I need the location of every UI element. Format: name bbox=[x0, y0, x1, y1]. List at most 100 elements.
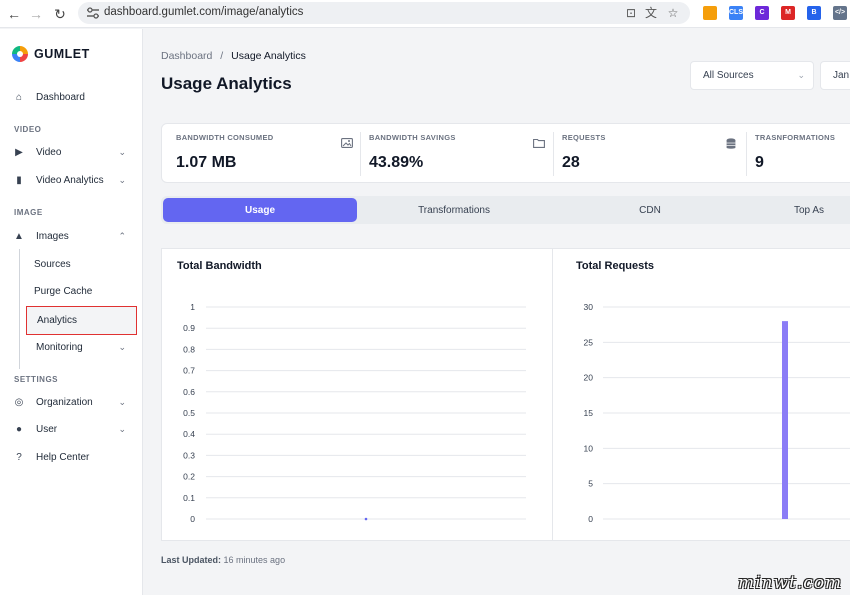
sidebar-item-label: User bbox=[36, 423, 58, 435]
bar[interactable] bbox=[782, 321, 788, 519]
reload-icon[interactable]: ↻ bbox=[50, 4, 70, 24]
site-settings-icon[interactable] bbox=[86, 7, 100, 19]
analytics-tabs: Usage Transformations CDN Top As bbox=[161, 196, 850, 224]
bar-chart-icon: ▮ bbox=[16, 174, 22, 186]
breadcrumb: Dashboard / Usage Analytics bbox=[161, 50, 306, 62]
y-tick-label: 0.3 bbox=[183, 450, 195, 460]
last-updated: Last Updated: 16 minutes ago bbox=[161, 555, 285, 565]
page-title: Usage Analytics bbox=[161, 74, 292, 93]
database-icon bbox=[726, 138, 736, 149]
y-tick-label: 5 bbox=[588, 479, 593, 489]
chevron-up-icon: ⌃ bbox=[118, 230, 126, 241]
data-point[interactable] bbox=[364, 517, 368, 521]
sidebar-item-monitoring[interactable]: Monitoring ⌄ bbox=[10, 335, 132, 359]
y-tick-label: 0.4 bbox=[183, 429, 195, 439]
b-ext-icon[interactable]: B bbox=[807, 6, 821, 20]
code-ext-icon[interactable]: </> bbox=[833, 6, 847, 20]
brand-name: GUMLET bbox=[34, 47, 90, 61]
sidebar-item-video-analytics[interactable]: ▮ Video Analytics ⌄ bbox=[10, 168, 132, 192]
translate-icon[interactable]: 文 bbox=[644, 6, 658, 20]
sidebar-item-user[interactable]: ● User ⌄ bbox=[10, 417, 132, 441]
mountain-image-icon: ▲ bbox=[14, 230, 24, 242]
address-bar[interactable]: dashboard.gumlet.com/image/analytics ⊡ 文… bbox=[78, 2, 690, 24]
chevron-down-icon: ⌄ bbox=[118, 396, 126, 407]
chevron-down-icon: ⌄ bbox=[118, 146, 126, 157]
stat-label: REQUESTS bbox=[562, 133, 606, 142]
total-bandwidth-chart: 1 0.9 0.8 0.7 0.6 0.5 0.4 0.3 0.2 0.1 0 bbox=[183, 302, 526, 524]
sidebar-item-purge-cache[interactable]: Purge Cache bbox=[24, 278, 136, 304]
chevron-down-icon: ⌄ bbox=[797, 70, 805, 80]
date-filter-value: Jan bbox=[833, 70, 850, 81]
sidebar-item-video[interactable]: ▶ Video ⌄ bbox=[10, 140, 132, 164]
tab-cdn[interactable]: CDN bbox=[555, 198, 745, 222]
sidebar-item-sources[interactable]: Sources bbox=[24, 251, 136, 277]
date-filter-select[interactable]: Jan bbox=[820, 61, 850, 90]
last-updated-value: 16 minutes ago bbox=[223, 555, 286, 565]
globe-icon: ◎ bbox=[14, 396, 24, 408]
y-tick-label: 0.7 bbox=[183, 366, 195, 376]
stat-label: BANDWIDTH SAVINGS bbox=[369, 133, 456, 142]
sidebar-item-label: Images bbox=[36, 230, 69, 242]
total-requests-card: Total Requests 30 25 20 15 10 5 0 bbox=[552, 248, 850, 541]
install-app-icon[interactable]: ⊡ bbox=[624, 6, 638, 20]
sidebar-item-dashboard[interactable]: ⌂ Dashboard bbox=[10, 85, 132, 109]
watermark-text: minwt.com bbox=[738, 573, 843, 593]
sidebar-item-label: Organization bbox=[36, 396, 93, 408]
ext-1-icon[interactable] bbox=[703, 6, 717, 20]
gmail-ext-icon[interactable]: M bbox=[781, 6, 795, 20]
sidebar-item-label: Help Center bbox=[36, 451, 90, 463]
y-tick-label: 0.8 bbox=[183, 344, 195, 354]
sidebar: GUMLET ⌂ Dashboard VIDEO ▶ Video ⌄ ▮ Vid… bbox=[0, 29, 143, 595]
stat-bandwidth-savings: BANDWIDTH SAVINGS 43.89% bbox=[355, 124, 550, 184]
stats-card: BANDWIDTH CONSUMED 1.07 MB BANDWIDTH SAV… bbox=[161, 123, 850, 183]
folder-icon bbox=[533, 138, 545, 148]
home-icon: ⌂ bbox=[15, 91, 23, 103]
stat-label: TRASNFORMATIONS bbox=[755, 133, 836, 142]
user-icon: ● bbox=[15, 423, 23, 435]
y-tick-label: 20 bbox=[584, 373, 594, 383]
image-icon bbox=[341, 138, 353, 148]
gumlet-logo-icon bbox=[12, 46, 28, 62]
back-icon[interactable]: ← bbox=[4, 4, 24, 24]
y-tick-label: 25 bbox=[584, 337, 594, 347]
tab-transformations[interactable]: Transformations bbox=[359, 198, 549, 222]
chevron-down-icon: ⌄ bbox=[118, 423, 126, 434]
section-label-image: IMAGE bbox=[14, 208, 43, 217]
last-updated-label: Last Updated: bbox=[161, 555, 222, 565]
url-text[interactable]: dashboard.gumlet.com/image/analytics bbox=[104, 6, 303, 18]
y-tick-label: 1 bbox=[190, 302, 195, 312]
y-tick-label: 0 bbox=[190, 514, 195, 524]
chevron-down-icon: ⌄ bbox=[118, 174, 126, 185]
video-icon: ▶ bbox=[15, 146, 23, 158]
cls-ext-icon[interactable]: CLS bbox=[729, 6, 743, 20]
gumlet-logo[interactable]: GUMLET bbox=[12, 46, 90, 62]
y-tick-label: 0.9 bbox=[183, 323, 195, 333]
stat-value: 43.89% bbox=[369, 154, 424, 171]
stat-transformations: TRASNFORMATIONS 9 bbox=[741, 124, 850, 184]
stat-value: 1.07 MB bbox=[176, 154, 237, 171]
y-tick-label: 0.1 bbox=[183, 493, 195, 503]
help-icon: ? bbox=[16, 451, 22, 463]
source-filter-select[interactable]: All Sources ⌄ bbox=[690, 61, 814, 90]
sidebar-item-organization[interactable]: ◎ Organization ⌄ bbox=[10, 390, 132, 414]
tab-usage[interactable]: Usage bbox=[163, 198, 357, 222]
sidebar-item-images[interactable]: ▲ Images ⌃ bbox=[10, 224, 132, 248]
total-bandwidth-card: Total Bandwidth 1 0.9 0.8 0.7 0.6 0.5 0.4 0.3 0.… bbox=[161, 248, 553, 541]
source-filter-value: All Sources bbox=[703, 70, 754, 81]
sidebar-item-help-center[interactable]: ? Help Center bbox=[10, 445, 132, 469]
sidebar-item-analytics[interactable]: Analytics bbox=[26, 306, 137, 335]
y-tick-label: 15 bbox=[584, 408, 594, 418]
sidebar-item-label: Monitoring bbox=[36, 341, 83, 353]
y-tick-label: 0.2 bbox=[183, 472, 195, 482]
breadcrumb-current: Usage Analytics bbox=[231, 50, 306, 62]
tab-top-assets[interactable]: Top As bbox=[749, 198, 850, 222]
section-label-settings: SETTINGS bbox=[14, 375, 59, 384]
browser-toolbar: ← → ↻ dashboard.gumlet.com/image/analyti… bbox=[0, 0, 850, 28]
section-label-video: VIDEO bbox=[14, 125, 42, 134]
forward-icon[interactable]: → bbox=[26, 4, 46, 24]
bookmark-star-icon[interactable]: ☆ bbox=[666, 6, 680, 20]
c-ext-icon[interactable]: C bbox=[755, 6, 769, 20]
breadcrumb-dashboard-link[interactable]: Dashboard bbox=[161, 50, 212, 62]
breadcrumb-separator: / bbox=[220, 50, 224, 62]
total-requests-chart: 30 25 20 15 10 5 0 bbox=[584, 302, 850, 524]
